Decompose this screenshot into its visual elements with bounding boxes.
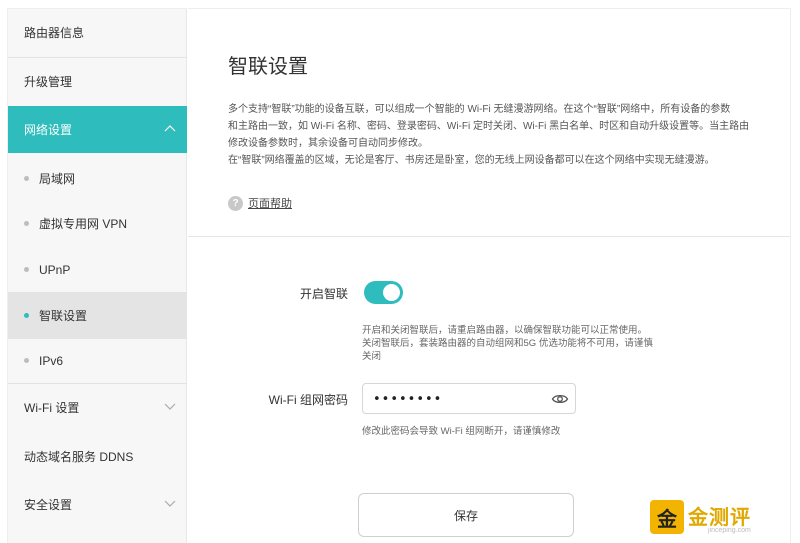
sidebar-item-label: 智联设置 — [39, 309, 88, 323]
sidebar-item-label: 局域网 — [39, 172, 76, 186]
sidebar-item-lan[interactable]: 局域网 — [8, 155, 187, 202]
description-line: 在“智联”网络覆盖的区域，无论是客厅、书房还是卧室，您的无线上网设备都可以在这个… — [228, 155, 715, 166]
sidebar-item-wifi-settings[interactable]: Wi-Fi 设置 — [8, 384, 187, 431]
hint-line: 关闭智联后，套装路由器的自动组网和5G 优选功能将不可用，请谨慎 — [362, 338, 653, 349]
description-line: 多个支持“智联”功能的设备互联，可以组成一个智能的 Wi-Fi 无缝漫游网络。在… — [228, 104, 731, 115]
eye-icon[interactable] — [551, 390, 569, 408]
page-title: 智联设置 — [228, 56, 308, 78]
sidebar-item-label: 虚拟专用网 VPN — [39, 217, 128, 231]
hint-line: 关闭 — [362, 351, 382, 362]
bullet-icon — [24, 358, 29, 363]
sidebar-item-ddns[interactable]: 动态域名服务 DDNS — [8, 433, 187, 480]
page-description: 多个支持“智联”功能的设备互联，可以组成一个智能的 Wi-Fi 无缝漫游网络。在… — [228, 101, 758, 169]
toggle-knob — [383, 284, 400, 301]
smart-link-hint: 开启和关闭智联后，请重启路由器，以确保智联功能可以正常使用。 关闭智联后，套装路… — [362, 324, 682, 363]
wifi-password-input[interactable] — [373, 390, 543, 408]
chevron-down-icon — [164, 499, 176, 508]
sidebar-item-label: UPnP — [39, 262, 71, 277]
chevron-up-icon — [164, 124, 176, 133]
sidebar-item-router-info[interactable]: 路由器信息 — [8, 9, 187, 56]
help-icon: ? — [228, 195, 243, 211]
page-help-link[interactable]: ? 页面帮助 — [228, 195, 292, 211]
chevron-down-icon — [164, 402, 176, 411]
wifi-password-field[interactable] — [362, 383, 576, 414]
hint-line: 开启和关闭智联后，请重启路由器，以确保智联功能可以正常使用。 — [362, 325, 648, 336]
watermark-badge: 金 — [650, 500, 684, 534]
watermark-logo: 金 金测评 jinceping.com — [650, 498, 770, 540]
sidebar-item-label: 动态域名服务 DDNS — [24, 450, 134, 464]
wifi-password-hint: 修改此密码会导致 Wi-Fi 组网断开，请谨慎修改 — [362, 426, 561, 437]
sidebar-item-smart-link[interactable]: 智联设置 — [8, 292, 187, 339]
description-line: 修改设备参数时，其余设备可自动同步修改。 — [228, 138, 428, 149]
bullet-icon — [24, 267, 29, 272]
sidebar-item-ipv6[interactable]: IPv6 — [8, 337, 187, 384]
sidebar-item-security[interactable]: 安全设置 — [8, 481, 187, 528]
bullet-icon — [24, 313, 29, 318]
sidebar-item-network-settings[interactable]: 网络设置 — [8, 106, 187, 153]
main-panel: 智联设置 多个支持“智联”功能的设备互联，可以组成一个智能的 Wi-Fi 无缝漫… — [188, 8, 791, 543]
sidebar-item-label: 路由器信息 — [24, 26, 85, 40]
bullet-icon — [24, 176, 29, 181]
help-label: 页面帮助 — [248, 198, 292, 210]
wifi-password-label: Wi-Fi 组网密码 — [268, 393, 348, 407]
sidebar-item-upgrade[interactable]: 升级管理 — [8, 58, 187, 105]
sidebar-item-label: 网络设置 — [24, 123, 73, 137]
sidebar-item-upnp[interactable]: UPnP — [8, 246, 187, 293]
watermark-text: 金测评 — [688, 507, 751, 529]
sidebar-item-label: Wi-Fi 设置 — [24, 401, 80, 415]
description-line: 和主路由一致，如 Wi-Fi 名称、密码、登录密码、Wi-Fi 定时关闭、Wi-… — [228, 121, 750, 132]
save-button[interactable]: 保存 — [358, 493, 574, 537]
sidebar-item-label: IPv6 — [39, 353, 64, 368]
sidebar: 路由器信息 升级管理 网络设置 局域网 虚拟专用网 VPN UPnP 智联设置 … — [7, 8, 187, 543]
watermark-url: jinceping.com — [708, 527, 751, 534]
smart-link-toggle[interactable] — [364, 281, 403, 304]
smart-link-label: 开启智联 — [299, 287, 348, 301]
bullet-icon — [24, 221, 29, 226]
sidebar-item-label: 升级管理 — [24, 75, 73, 89]
sidebar-item-vpn[interactable]: 虚拟专用网 VPN — [8, 200, 187, 247]
sidebar-item-label: 安全设置 — [24, 498, 73, 512]
section-divider — [188, 236, 790, 237]
